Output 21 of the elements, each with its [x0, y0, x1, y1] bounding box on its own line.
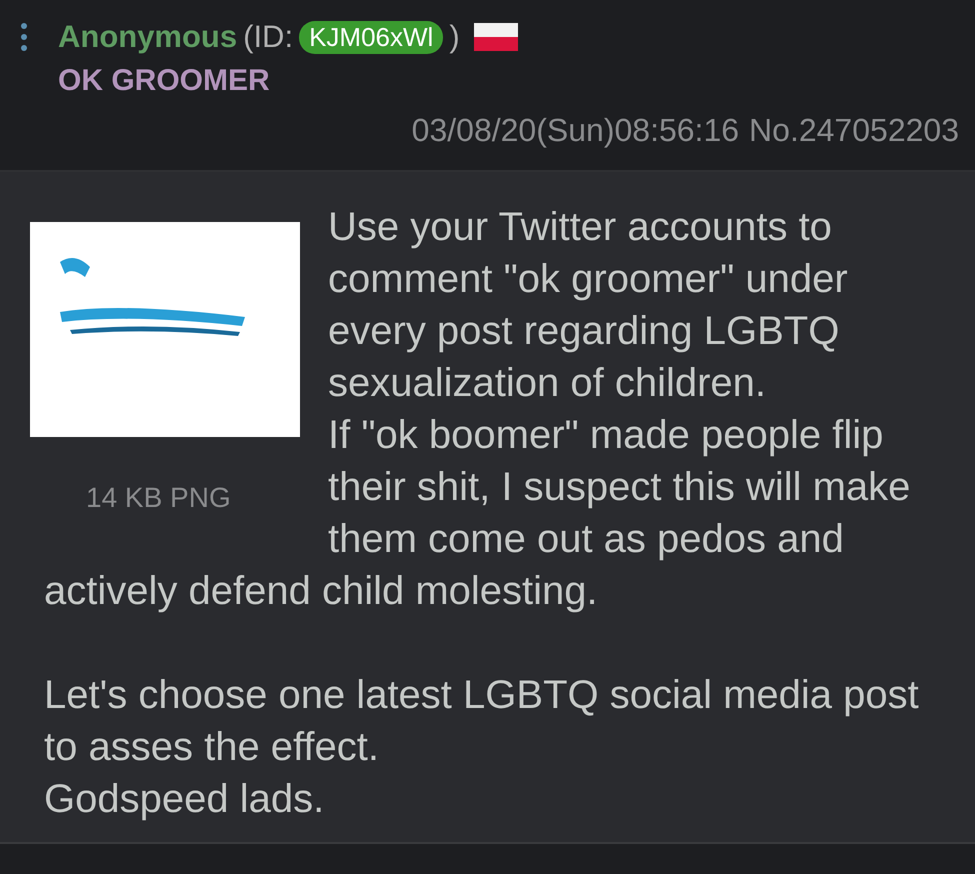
- comment-text: Godspeed lads.: [44, 776, 326, 823]
- flag-icon: [474, 23, 518, 51]
- comment-text: Use your Twitter accounts to: [328, 204, 833, 251]
- comment-text: every post regarding LGBTQ: [328, 308, 840, 355]
- comment-text: comment "ok groomer" under: [328, 256, 849, 303]
- post-subject: OK GROOMER: [58, 64, 271, 98]
- post-date: 03/08/20(Sun)08:56:16: [412, 112, 740, 149]
- id-bracket: ): [449, 19, 460, 55]
- more-options-icon[interactable]: [20, 22, 28, 52]
- comment-text: Let's choose one latest LGBTQ social media post: [44, 672, 920, 719]
- comment-text: If "ok boomer" made people flip: [328, 412, 884, 459]
- id-label: (ID:: [243, 19, 294, 55]
- comment-text: actively defend child molesting.: [44, 568, 599, 615]
- comment-text: sexualization of children.: [328, 360, 768, 407]
- file-info: 14 KB PNG: [86, 482, 231, 514]
- comment-text: to asses the effect.: [44, 724, 380, 771]
- post-number[interactable]: No.247052203: [749, 112, 959, 149]
- poster-name: Anonymous: [58, 19, 238, 55]
- comment-text: them come out as pedos and: [328, 516, 845, 563]
- poster-id[interactable]: KJM06xWl: [299, 20, 444, 54]
- comment-text: their shit, I suspect this will make: [328, 464, 912, 511]
